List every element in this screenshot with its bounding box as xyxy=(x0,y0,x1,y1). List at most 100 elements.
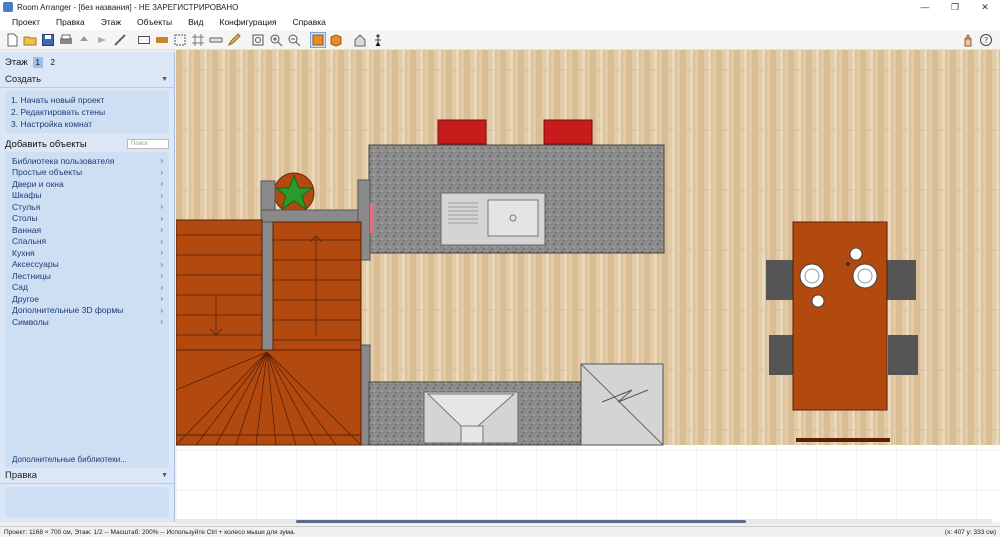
horizontal-scrollbar[interactable] xyxy=(176,519,992,524)
library-item[interactable]: Библиотека пользователя › xyxy=(5,155,169,167)
close-button[interactable]: ✕ xyxy=(970,0,1000,14)
chair xyxy=(888,335,918,375)
chevron-right-icon: › xyxy=(160,282,163,292)
menu-help[interactable]: Справка xyxy=(285,17,334,27)
chair xyxy=(886,260,916,300)
hand-tool-icon[interactable] xyxy=(960,32,976,48)
library-item[interactable]: Шкафы › xyxy=(5,190,169,202)
maximize-button[interactable]: ❐ xyxy=(940,0,970,14)
measure-icon[interactable] xyxy=(136,32,152,48)
create-steps: 1. Начать новый проект 2. Редактировать … xyxy=(5,91,169,133)
chevron-right-icon: › xyxy=(160,167,163,177)
create-section-title: Создать xyxy=(5,74,42,85)
create-section-header[interactable]: Создать ▼ xyxy=(0,72,174,88)
library-item[interactable]: Двери и окна › xyxy=(5,178,169,190)
library-item[interactable]: Сад › xyxy=(5,282,169,294)
pencil-icon[interactable] xyxy=(226,32,242,48)
floor-selector: Этаж 1 2 xyxy=(0,52,174,72)
library-item[interactable]: Кухня › xyxy=(5,247,169,259)
menu-objects[interactable]: Объекты xyxy=(129,17,180,27)
collapse-icon[interactable]: ▼ xyxy=(161,472,168,479)
stool-2 xyxy=(543,119,593,145)
zoom-in-icon[interactable] xyxy=(268,32,284,48)
open-icon[interactable] xyxy=(22,32,38,48)
status-coordinates: (x: 407 y: 333 см) xyxy=(944,528,996,536)
more-libraries-link[interactable]: Дополнительные библиотеки... xyxy=(12,455,127,464)
library-item[interactable]: Столы › xyxy=(5,213,169,225)
ruler-icon[interactable] xyxy=(208,32,224,48)
floor-tab-2[interactable]: 2 xyxy=(48,57,58,68)
status-project-info: Проект: 1168 × 700 см, Этаж: 1/2 -- Масш… xyxy=(4,528,296,536)
zoom-fit-icon[interactable] xyxy=(250,32,266,48)
chevron-right-icon: › xyxy=(160,202,163,212)
chevron-right-icon: › xyxy=(160,259,163,269)
select-area-icon[interactable] xyxy=(172,32,188,48)
chair xyxy=(766,260,796,300)
library-search-input[interactable]: Поиск xyxy=(127,139,169,149)
chevron-right-icon: › xyxy=(160,236,163,246)
library-item[interactable]: Простые объекты › xyxy=(5,167,169,179)
chevron-right-icon: › xyxy=(160,190,163,200)
step-edit-walls[interactable]: 2. Редактировать стены xyxy=(11,106,163,118)
walk-icon[interactable] xyxy=(370,32,386,48)
view-2d-icon[interactable] xyxy=(310,31,326,48)
floor-tab-1[interactable]: 1 xyxy=(32,56,43,68)
collapse-icon[interactable]: ▼ xyxy=(161,76,168,83)
library-item[interactable]: Символы › xyxy=(5,316,169,328)
menu-bar: Проект Правка Этаж Объекты Вид Конфигура… xyxy=(0,14,1000,30)
library-item[interactable]: Ванная › xyxy=(5,224,169,236)
title-bar: Room Arranger - [без названия] - НЕ ЗАРЕ… xyxy=(0,0,1000,14)
dining-table xyxy=(792,221,888,411)
wall-tool-icon[interactable] xyxy=(112,32,128,48)
menu-project[interactable]: Проект xyxy=(4,17,48,27)
floor-plan-canvas[interactable] xyxy=(176,50,1000,522)
add-objects-header: Добавить объекты Поиск xyxy=(0,136,174,152)
edit-section-header[interactable]: Правка ▼ xyxy=(0,468,174,484)
chevron-right-icon: › xyxy=(160,213,163,223)
edit-panel xyxy=(5,487,169,517)
grid-icon[interactable] xyxy=(190,32,206,48)
library-item[interactable]: Аксессуары › xyxy=(5,259,169,271)
status-bar: Проект: 1168 × 700 см, Этаж: 1/2 -- Масш… xyxy=(0,526,1000,537)
help-icon[interactable]: ? xyxy=(978,32,994,48)
chevron-right-icon: › xyxy=(160,179,163,189)
library-item[interactable]: Дополнительные 3D формы › xyxy=(5,305,169,317)
edit-section-title: Правка xyxy=(5,470,38,481)
toolbar: ? xyxy=(0,30,1000,50)
library-item[interactable]: Лестницы › xyxy=(5,270,169,282)
window-title: Room Arranger - [без названия] - НЕ ЗАРЕ… xyxy=(17,2,239,12)
app-logo-icon xyxy=(3,2,13,12)
step-room-settings[interactable]: 3. Настройка комнат xyxy=(11,118,163,130)
save-icon[interactable] xyxy=(40,32,56,48)
library-item[interactable]: Спальня › xyxy=(5,236,169,248)
door-icon[interactable] xyxy=(154,32,170,48)
chevron-right-icon: › xyxy=(160,156,163,166)
library-item[interactable]: Другое › xyxy=(5,293,169,305)
new-icon[interactable] xyxy=(4,32,20,48)
print-icon[interactable] xyxy=(58,32,74,48)
floor-label: Этаж xyxy=(5,56,28,68)
chevron-right-icon: › xyxy=(160,317,163,327)
scroll-thumb[interactable] xyxy=(296,520,746,523)
menu-config[interactable]: Конфигурация xyxy=(212,17,285,27)
minimize-button[interactable]: — xyxy=(910,0,940,14)
redo-icon[interactable] xyxy=(94,32,110,48)
chevron-right-icon: › xyxy=(160,248,163,258)
furniture-icon[interactable] xyxy=(352,32,368,48)
menu-edit[interactable]: Правка xyxy=(48,17,93,27)
menu-view[interactable]: Вид xyxy=(180,17,211,27)
svg-text:?: ? xyxy=(984,36,988,45)
stool-1 xyxy=(437,119,487,145)
chevron-right-icon: › xyxy=(160,271,163,281)
chevron-right-icon: › xyxy=(160,225,163,235)
sidebar-panel: Этаж 1 2 Создать ▼ 1. Начать новый проек… xyxy=(0,52,175,522)
zoom-out-icon[interactable] xyxy=(286,32,302,48)
chevron-right-icon: › xyxy=(160,305,163,315)
undo-icon[interactable] xyxy=(76,32,92,48)
view-3d-icon[interactable] xyxy=(328,32,344,48)
library-item[interactable]: Стулья › xyxy=(5,201,169,213)
step-new-project[interactable]: 1. Начать новый проект xyxy=(11,94,163,106)
chevron-right-icon: › xyxy=(160,294,163,304)
menu-floor[interactable]: Этаж xyxy=(93,17,129,27)
add-objects-title: Добавить объекты xyxy=(5,138,87,150)
